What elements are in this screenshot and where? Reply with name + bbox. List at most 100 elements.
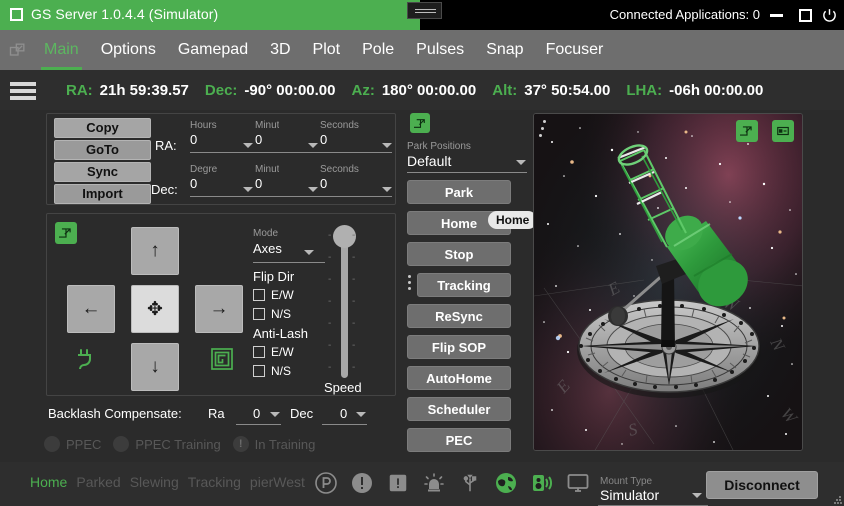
chevron-down-icon[interactable] <box>382 143 392 148</box>
dpad-popout-icon[interactable] <box>55 222 77 244</box>
telescope-3d-view[interactable]: E W N S W E <box>533 113 803 451</box>
tab-pulses[interactable]: Pulses <box>405 30 475 70</box>
flip-dir-header: Flip Dir <box>253 269 295 284</box>
chevron-down-icon[interactable] <box>308 143 318 148</box>
park-positions-value[interactable]: Default <box>407 153 451 169</box>
globe-icon[interactable] <box>493 470 519 496</box>
chevron-down-icon[interactable] <box>382 187 392 192</box>
spiral-icon[interactable] <box>210 347 234 371</box>
chevron-down-icon[interactable] <box>243 143 253 148</box>
goto-button[interactable]: GoTo <box>54 140 151 160</box>
slider-tick: - <box>352 252 356 263</box>
speed-slider-track[interactable] <box>341 236 348 378</box>
anti-lash-ns-checkbox[interactable]: N/S <box>253 364 291 378</box>
mount-type-chevron-down-icon[interactable] <box>692 493 702 498</box>
tab-snap[interactable]: Snap <box>475 30 534 70</box>
backlash-dec-label: Dec <box>290 406 314 421</box>
minimize-icon[interactable] <box>770 14 783 17</box>
tab-options[interactable]: Options <box>90 30 167 70</box>
dec-degrees-caption: Degre <box>190 164 218 175</box>
maximize-icon[interactable] <box>799 9 812 22</box>
flip-sop-button[interactable]: Flip SOP <box>407 335 511 359</box>
slider-tick: - <box>352 362 356 373</box>
power-icon[interactable] <box>821 7 838 24</box>
stop-button[interactable]: Stop <box>407 242 511 266</box>
sync-button[interactable]: Sync <box>54 162 151 182</box>
mount-type-value[interactable]: Simulator <box>600 487 659 503</box>
goto-panel: Copy GoTo Sync Import RA: Dec: Hours 0 M… <box>46 113 396 205</box>
chevron-down-icon[interactable] <box>308 187 318 192</box>
copy-button[interactable]: Copy <box>54 118 151 138</box>
tab-plot[interactable]: Plot <box>302 30 352 70</box>
ppec-status-row: PPEC PPEC Training ! In Training <box>44 436 321 452</box>
move-right-button[interactable]: → <box>195 285 243 333</box>
checkbox-box <box>253 289 265 301</box>
mount-type-caption: Mount Type <box>600 476 653 487</box>
pec-button[interactable]: PEC <box>407 428 511 452</box>
park-positions-chevron-down-icon[interactable] <box>516 160 526 165</box>
popout-window-icon[interactable] <box>8 40 28 60</box>
home-tooltip: Home <box>488 211 538 229</box>
autohome-button[interactable]: AutoHome <box>407 366 511 390</box>
tracking-drag-dots-icon[interactable] <box>408 275 412 293</box>
backlash-compensate-label: Backlash Compensate: <box>48 406 182 421</box>
dec-minutes-value: 0 <box>255 176 263 191</box>
disconnect-button[interactable]: Disconnect <box>706 471 818 499</box>
restore-button[interactable] <box>407 2 442 19</box>
ra-row-label: RA: <box>155 138 177 153</box>
park-button[interactable]: Park <box>407 180 511 204</box>
slider-tick: - <box>328 318 332 329</box>
alert-square-icon[interactable] <box>385 470 411 496</box>
move-up-button[interactable]: ↑ <box>131 227 179 275</box>
park-circle-icon[interactable] <box>313 470 339 496</box>
backlash-ra-value[interactable]: 0 <box>253 406 260 421</box>
move-center-button[interactable]: ✥ <box>131 285 179 333</box>
resync-button[interactable]: ReSync <box>407 304 511 328</box>
ra-hours-value: 0 <box>190 132 198 147</box>
monitor-icon[interactable] <box>565 470 591 496</box>
sky-window-icon[interactable] <box>772 120 794 142</box>
tracking-button[interactable]: Tracking <box>417 273 511 297</box>
anti-lash-ew-checkbox[interactable]: E/W <box>253 345 294 359</box>
tab-main[interactable]: Main <box>33 30 90 70</box>
park-popout-icon[interactable] <box>410 113 430 133</box>
resize-grip-icon[interactable] <box>834 496 842 504</box>
ra-minutes-caption: Minut <box>255 120 280 131</box>
flip-dir-ew-checkbox[interactable]: E/W <box>253 288 294 302</box>
volume-icon[interactable] <box>529 470 555 496</box>
in-training-label: In Training <box>254 436 316 452</box>
mode-chevron-down-icon[interactable] <box>304 250 314 255</box>
speed-label: Speed <box>324 380 362 395</box>
tab-pole[interactable]: Pole <box>351 30 405 70</box>
scheduler-button[interactable]: Scheduler <box>407 397 511 421</box>
mode-value: Axes <box>253 241 282 256</box>
import-button[interactable]: Import <box>54 184 151 204</box>
hamburger-menu-icon[interactable] <box>10 82 36 100</box>
flip-dir-ns-checkbox[interactable]: N/S <box>253 307 291 321</box>
usb-icon[interactable] <box>457 470 483 496</box>
move-left-button[interactable]: ← <box>67 285 115 333</box>
siren-icon[interactable] <box>421 470 447 496</box>
tab-3d[interactable]: 3D <box>259 30 301 70</box>
plug-icon[interactable] <box>73 347 99 373</box>
tab-gamepad[interactable]: Gamepad <box>167 30 259 70</box>
backlash-dec-value[interactable]: 0 <box>340 406 347 421</box>
alt-label: Alt: <box>492 81 518 99</box>
dec-row-label: Dec: <box>151 182 178 197</box>
gs-server-window: GS Server 1.0.4.4 (Simulator) Connected … <box>0 0 844 506</box>
chevron-down-icon[interactable] <box>243 187 253 192</box>
sky-popout-icon[interactable] <box>736 120 758 142</box>
dec-seconds-caption: Seconds <box>320 164 359 175</box>
flip-dir-ns-label: N/S <box>271 307 292 321</box>
drag-dots-icon[interactable] <box>539 120 546 141</box>
tab-list: Main Options Gamepad 3D Plot Pole Pulses… <box>33 30 614 70</box>
alert-circle-icon[interactable] <box>349 470 375 496</box>
dec-minutes-caption: Minut <box>255 164 280 175</box>
status-tracking: Tracking <box>187 474 241 490</box>
status-word-list: Home Parked Slewing Tracking pierWest <box>30 474 305 490</box>
dec-seconds-value: 0 <box>320 176 328 191</box>
chevron-down-icon[interactable] <box>356 412 366 417</box>
move-down-button[interactable]: ↓ <box>131 343 179 391</box>
tab-focuser[interactable]: Focuser <box>535 30 615 70</box>
chevron-down-icon[interactable] <box>270 412 280 417</box>
